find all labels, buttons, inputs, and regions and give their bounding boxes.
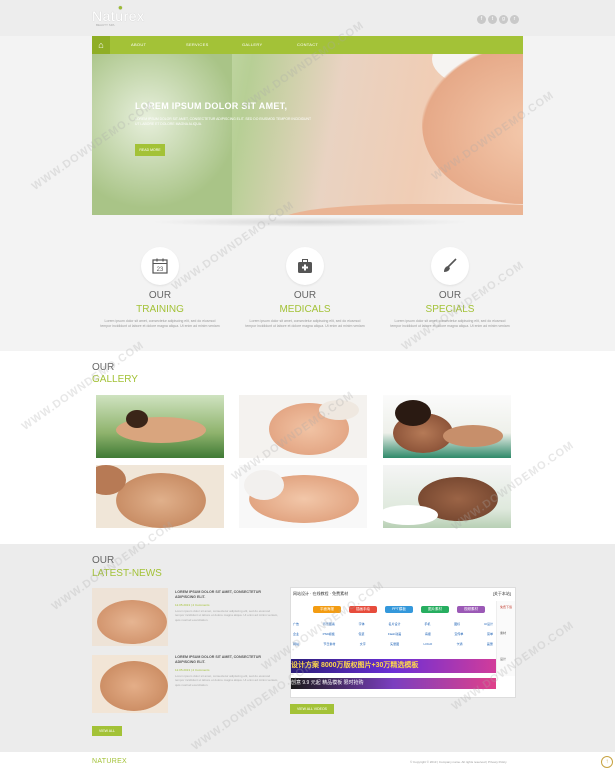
news-headline[interactable]: LOREM IPSUM DOLOR SIT AMET, CONSECTETUR … bbox=[175, 590, 280, 600]
feature-our-medicals: OUR bbox=[293, 290, 317, 301]
ad-link[interactable]: 手机 bbox=[424, 622, 430, 626]
ad-link[interactable]: 包装 bbox=[358, 632, 364, 636]
ad-side-label[interactable]: 免费下载 bbox=[500, 605, 512, 609]
ad-link[interactable]: 字体 bbox=[359, 622, 365, 626]
hero-shadow bbox=[150, 217, 470, 227]
home-icon[interactable]: ⌂ bbox=[92, 36, 110, 54]
feature-circle-medicals[interactable] bbox=[286, 247, 324, 285]
news-body: Lorem ipsum dolor sit amet, consectetur … bbox=[175, 609, 279, 622]
ad-link[interactable]: 文字 bbox=[360, 642, 366, 646]
ad-grid-row: 广告 背景图案 字体 名片设计 手机 图标 UI设计 bbox=[293, 622, 493, 626]
rss-icon[interactable]: r bbox=[510, 15, 519, 24]
feature-circle-specials[interactable] bbox=[431, 247, 469, 285]
ad-link[interactable]: 菜单 bbox=[487, 632, 493, 636]
ad-pill[interactable]: 平面海报 bbox=[313, 606, 341, 613]
ad-link[interactable]: Flash动画 bbox=[388, 632, 401, 636]
twitter-icon[interactable]: t bbox=[488, 15, 497, 24]
view-all-videos-button[interactable]: VIEW ALL VIDEOS bbox=[290, 704, 334, 714]
ad-sidebar: 免费下载 素材 设计 bbox=[496, 601, 515, 676]
ad-link[interactable]: PSD模板 bbox=[323, 632, 335, 636]
ad-link[interactable]: 节日素材 bbox=[323, 642, 335, 646]
gallery-image[interactable] bbox=[96, 465, 224, 528]
ad-link[interactable]: 广告 bbox=[293, 622, 299, 626]
brush-icon bbox=[431, 247, 469, 290]
calendar-icon: 23 bbox=[141, 247, 179, 290]
news-image[interactable] bbox=[92, 655, 168, 713]
ad-link[interactable]: 名片设计 bbox=[388, 622, 400, 626]
ad-grid-row: 网站 节日素材 文字 矢量图 LOGO 卡通 画册 bbox=[293, 642, 493, 646]
hero-slider bbox=[92, 54, 523, 215]
feature-title-specials[interactable]: SPECIALS bbox=[390, 304, 510, 315]
ad-pill[interactable]: 图片素材 bbox=[421, 606, 449, 613]
hero-title: LOREM IPSUM DOLOR SIT AMET, bbox=[135, 101, 288, 111]
ad-grid-row: 企业 PSD模板 包装 Flash动画 海报 宣传单 菜单 bbox=[293, 632, 493, 636]
ad-side-label[interactable]: 素材 bbox=[500, 631, 506, 635]
hero-face bbox=[422, 54, 523, 204]
ad-link[interactable]: 网站 bbox=[293, 642, 299, 646]
gallery-image[interactable] bbox=[239, 465, 367, 528]
facebook-icon[interactable]: f bbox=[477, 15, 486, 24]
feature-our-specials: OUR bbox=[438, 290, 462, 301]
ad-link[interactable]: 宣传单 bbox=[454, 632, 463, 636]
hero-background bbox=[92, 54, 232, 215]
ad-header-left: 网站设计 · 在线教程 · 免费素材 bbox=[293, 591, 349, 596]
feature-text-medicals: Lorem ipsum dolor sit amet, consectetur … bbox=[245, 319, 365, 328]
view-all-button[interactable]: VIEW ALL bbox=[92, 726, 122, 736]
nav-item-gallery[interactable]: GALLERY bbox=[242, 42, 262, 47]
news-meta: 12.05.2013 | 2 Comments bbox=[175, 668, 210, 672]
ad-link[interactable]: 画册 bbox=[487, 642, 493, 646]
feature-title-medicals[interactable]: MEDICALS bbox=[245, 304, 365, 315]
gallery-image[interactable] bbox=[96, 395, 224, 458]
gallery-our: OUR bbox=[92, 362, 115, 373]
ad-panel[interactable]: 网站设计 · 在线教程 · 免费素材 [关于本站] 平面海报 插画手绘 PPT模… bbox=[290, 587, 516, 698]
hero-read-more-button[interactable]: READ MORE bbox=[135, 144, 165, 156]
gallery-image[interactable] bbox=[383, 465, 511, 528]
gallery-image[interactable] bbox=[239, 395, 367, 458]
ad-header-right[interactable]: [关于本站] bbox=[493, 591, 511, 597]
feature-title-training[interactable]: TRAINING bbox=[100, 304, 220, 315]
ad-link[interactable]: 图标 bbox=[454, 622, 460, 626]
google-plus-icon[interactable]: g bbox=[499, 15, 508, 24]
medical-kit-icon bbox=[286, 247, 324, 290]
hero-arm bbox=[282, 204, 523, 215]
svg-text:23: 23 bbox=[157, 267, 164, 273]
news-our: OUR bbox=[92, 555, 115, 566]
news-image[interactable] bbox=[92, 588, 168, 646]
feature-circle-training[interactable]: 23 bbox=[141, 247, 179, 285]
nav-item-contact[interactable]: CONTACT bbox=[297, 42, 318, 47]
nav-item-about[interactable]: ABOUT bbox=[131, 42, 146, 47]
arrow-up-icon[interactable]: ↑ bbox=[601, 756, 613, 768]
news-headline[interactable]: LOREM IPSUM DOLOR SIT AMET, CONSECTETUR … bbox=[175, 655, 280, 665]
leaf-icon: ● bbox=[118, 3, 124, 12]
footer-logo[interactable]: NATUREX bbox=[92, 758, 127, 765]
feature-text-training: Lorem ipsum dolor sit amet, consectetur … bbox=[100, 319, 220, 328]
news-body: Lorem ipsum dolor sit amet, consectetur … bbox=[175, 674, 279, 687]
site-logo[interactable]: Naturex ● bbox=[92, 3, 145, 24]
footer-copyright: © Copyright © 2013 | Company name. All r… bbox=[410, 760, 507, 764]
ad-link[interactable]: 矢量图 bbox=[390, 642, 399, 646]
gallery-image[interactable] bbox=[383, 395, 511, 458]
ad-link[interactable]: 背景图案 bbox=[323, 622, 335, 626]
gallery-title: GALLERY bbox=[92, 374, 138, 385]
news-meta: 12.05.2013 | 2 Comments bbox=[175, 603, 210, 607]
ad-header: 网站设计 · 在线教程 · 免费素材 [关于本站] bbox=[291, 588, 515, 598]
ad-link[interactable]: UI设计 bbox=[484, 622, 493, 626]
ad-banner-primary[interactable]: 设计方案 8000万版权图片+30万精选模板 bbox=[291, 659, 496, 673]
ad-link[interactable]: LOGO bbox=[424, 642, 433, 646]
ad-pill[interactable]: 视频素材 bbox=[457, 606, 485, 613]
ad-link[interactable]: 卡通 bbox=[457, 642, 463, 646]
logo-subtitle: BEAUTY SPA bbox=[96, 23, 115, 27]
ad-pill[interactable]: 插画手绘 bbox=[349, 606, 377, 613]
nav-item-services[interactable]: SERVICES bbox=[186, 42, 209, 47]
ad-link[interactable]: 海报 bbox=[425, 632, 431, 636]
ad-pill[interactable]: PPT模板 bbox=[385, 606, 413, 613]
hero-text: LOREM IPSUM DOLOR SIT AMET, CONSECTETUR … bbox=[135, 117, 311, 126]
feature-our-training: OUR bbox=[148, 290, 172, 301]
ad-link[interactable]: 企业 bbox=[293, 632, 299, 636]
news-title: LATEST-NEWS bbox=[92, 568, 162, 579]
feature-text-specials: Lorem ipsum dolor sit amet, consectetur … bbox=[390, 319, 510, 328]
ad-side-label[interactable]: 设计 bbox=[500, 657, 506, 661]
ad-banner-secondary[interactable]: 创意 9.9 元起 精品模板 限时抢购 bbox=[291, 678, 496, 689]
